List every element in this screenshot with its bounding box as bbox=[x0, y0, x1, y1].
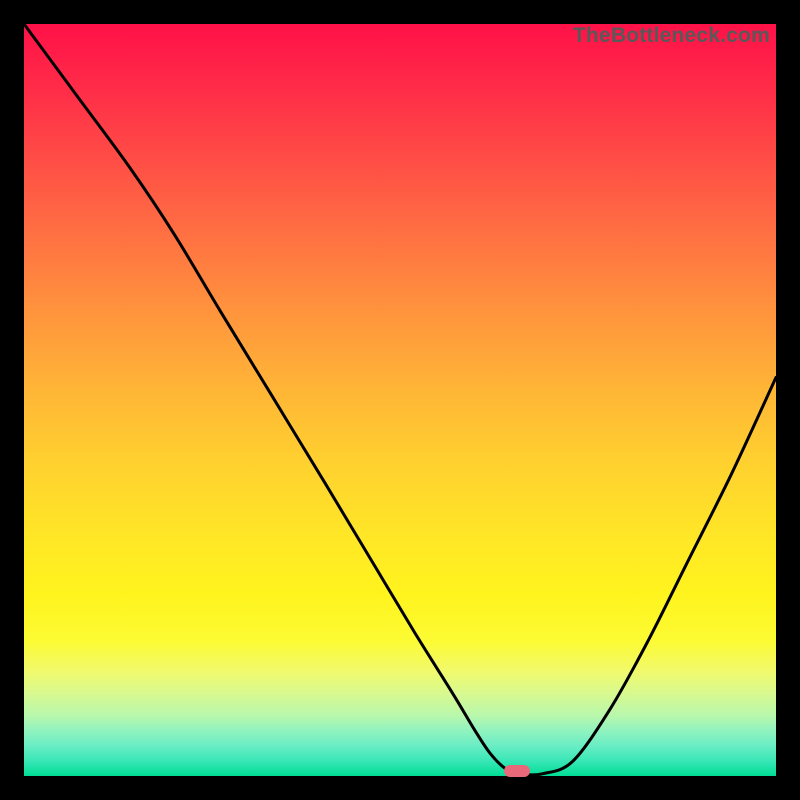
plot-area: TheBottleneck.com bbox=[24, 24, 776, 776]
optimal-point-marker bbox=[504, 765, 530, 777]
chart-frame: TheBottleneck.com bbox=[0, 0, 800, 800]
bottleneck-curve bbox=[24, 24, 776, 776]
curve-path bbox=[24, 24, 776, 775]
